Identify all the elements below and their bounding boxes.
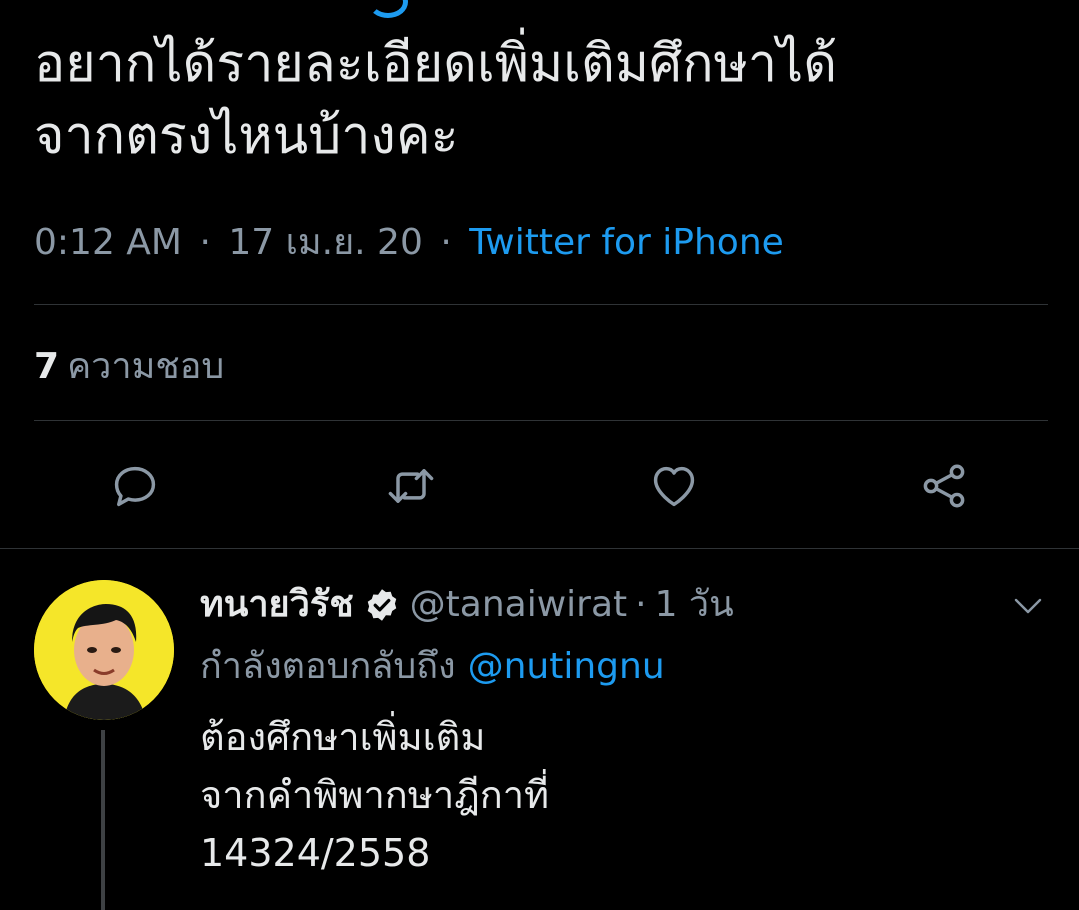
reply-text: ต้องศึกษาเพิ่มเติม จากคำพิพากษาฎีกาที่ 1… [200,708,549,882]
thread-line [101,730,105,910]
reply-text-line-1: ต้องศึกษาเพิ่มเติม [200,715,486,759]
verified-badge-icon [367,589,396,621]
header-separator: · [635,584,647,625]
replying-to-mention[interactable]: @nutingnu [468,646,665,687]
user-handle[interactable]: @tanaiwirat [410,580,627,630]
retweet-icon [388,469,434,503]
tweet-text: อยากได้รายละเอียดเพิ่มเติมศึกษาได้ จากตร… [34,28,1054,172]
reply-text-line-2: จากคำพิพากษาฎีกาที่ [200,773,550,817]
replying-to: กำลังตอบกลับถึง @nutingnu [200,642,665,692]
avatar[interactable] [34,580,174,720]
share-button[interactable] [916,458,972,514]
divider [34,420,1048,421]
reply-icon [114,466,156,507]
tweet-date: 17 เม.ย. 20 [228,222,423,263]
tweet-source-link[interactable]: Twitter for iPhone [469,222,784,263]
reply-header: ทนายวิรัช @tanaiwirat · 1 วัน [200,580,734,630]
likes-stat[interactable]: 7 ความชอบ [34,342,224,392]
reply-button[interactable] [107,458,163,514]
tweet-time: 0:12 AM [34,222,182,263]
display-name[interactable]: ทนายวิรัช [200,580,354,630]
heart-icon [653,466,695,507]
chevron-down-icon[interactable] [1010,588,1046,624]
tweet-meta: 0:12 AM · 17 เม.ย. 20 · Twitter for iPho… [34,218,784,268]
previous-mention-fragment [368,0,408,18]
retweet-button[interactable] [383,458,439,514]
reply-time: 1 วัน [654,584,734,625]
likes-count: 7 [34,346,60,387]
avatar-portrait [34,580,174,720]
meta-separator: · [440,222,452,263]
divider [34,304,1048,305]
meta-separator: · [199,222,211,263]
replying-to-label: กำลังตอบกลับถึง [200,646,456,687]
reply-text-line-3: 14324/2558 [200,831,431,875]
share-icon [923,464,965,508]
tweet-text-line-1: อยากได้รายละเอียดเพิ่มเติมศึกษาได้ [34,34,837,94]
like-button[interactable] [646,458,702,514]
section-divider [0,548,1079,549]
likes-label: ความชอบ [67,346,225,387]
tweet-text-line-2: จากตรงไหนบ้างคะ [34,106,459,166]
